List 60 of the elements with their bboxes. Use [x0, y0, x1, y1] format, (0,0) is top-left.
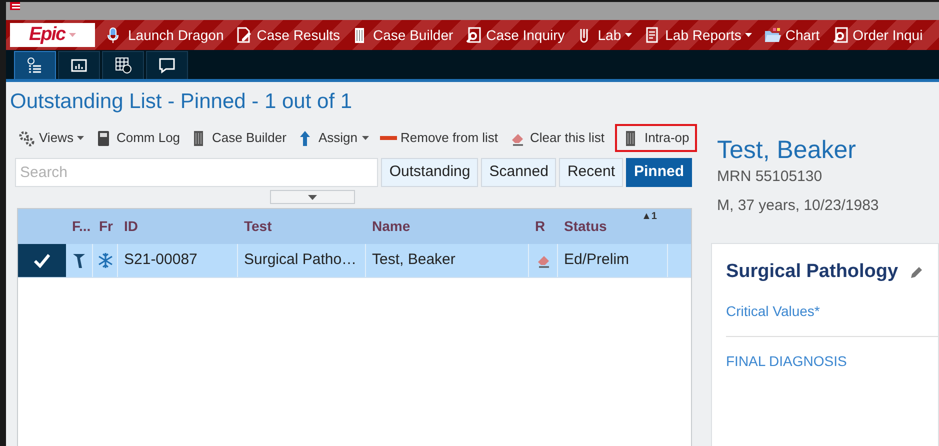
toolbar-button[interactable]: Lab	[576, 24, 632, 46]
column-header[interactable]: R	[529, 216, 558, 237]
nav-tab[interactable]	[146, 51, 188, 79]
toolbar-button[interactable]: Case Inquiry	[465, 24, 565, 46]
page-title: Outstanding List - Pinned - 1 out of 1	[10, 90, 354, 114]
card-title: Surgical Pathology	[726, 260, 898, 284]
column-header[interactable]: Name	[366, 216, 529, 237]
action-button[interactable]: Clear this list	[509, 124, 604, 152]
nav-tab[interactable]	[102, 51, 144, 79]
patient-details: M, 37 years, 10/23/1983	[717, 196, 880, 216]
table-cell-text: Test, Beaker	[372, 250, 456, 270]
document-pen-icon	[236, 26, 253, 44]
filter-tab[interactable]: Recent	[559, 158, 623, 187]
folder-icon	[764, 26, 782, 44]
filter-tab[interactable]: Outstanding	[381, 158, 478, 187]
nav-tab[interactable]	[14, 51, 56, 79]
chat-icon	[158, 57, 176, 74]
magnifier-document-icon	[465, 26, 482, 44]
column-header[interactable]: Test	[238, 216, 366, 237]
filter-tab[interactable]: Scanned	[481, 158, 556, 187]
magnifier-document-icon	[832, 26, 849, 44]
toolbar-button[interactable]: Case Results	[236, 24, 340, 46]
toolbar-button[interactable]: Order Inqui	[832, 24, 923, 46]
sort-indicator: ▲1	[642, 210, 657, 224]
action-button[interactable]: Assign	[297, 124, 368, 152]
section-link[interactable]: FINAL DIAGNOSIS	[726, 336, 938, 386]
calendar-icon	[114, 57, 132, 74]
caret-icon	[69, 33, 76, 37]
checkmark-icon	[34, 254, 50, 268]
toolbar-button[interactable]: Case Builder	[352, 24, 454, 46]
search-field[interactable]: Search	[15, 158, 378, 187]
app-icon	[10, 2, 20, 10]
action-button[interactable]: Intra-op	[615, 124, 698, 152]
table-row[interactable]: S21-00087 Surgical Patho… Test, Beaker Ed/Prelim	[18, 244, 691, 278]
table-cell-text: Ed/Prelim	[564, 250, 630, 270]
toolbar-button[interactable]: Launch Dragon	[107, 24, 224, 46]
caret-icon	[308, 194, 316, 200]
action-button[interactable]: Remove from list	[380, 124, 498, 152]
column-header[interactable]: ID	[118, 216, 238, 237]
toolbar-button[interactable]: Chart	[764, 24, 820, 46]
logo-button[interactable]: Epic	[10, 23, 95, 47]
column-header[interactable]: Fr	[93, 216, 118, 237]
minus-icon	[380, 136, 396, 140]
filter-tab[interactable]: Pinned	[626, 158, 692, 187]
action-button[interactable]: Views	[18, 124, 84, 152]
action-button[interactable]: Case Builder	[191, 124, 286, 152]
row-checkbox[interactable]	[18, 244, 66, 277]
action-button[interactable]: Comm Log	[95, 124, 180, 152]
pencil-icon[interactable]	[910, 265, 924, 280]
list-icon	[26, 57, 44, 74]
chart-icon	[70, 57, 88, 74]
snowflake-icon	[96, 252, 114, 269]
section-link[interactable]: Critical Values*	[726, 286, 938, 336]
table-cell-text: Surgical Patho…	[244, 250, 357, 270]
patient-mrn: MRN 55105130	[717, 167, 824, 187]
patient-name: Test, Beaker	[717, 136, 857, 164]
nav-tab[interactable]	[58, 51, 100, 79]
toolbar-button[interactable]: Lab Reports	[644, 24, 752, 46]
column-header[interactable]: F...	[66, 216, 93, 237]
table-cell-text: S21-00087	[124, 250, 198, 270]
